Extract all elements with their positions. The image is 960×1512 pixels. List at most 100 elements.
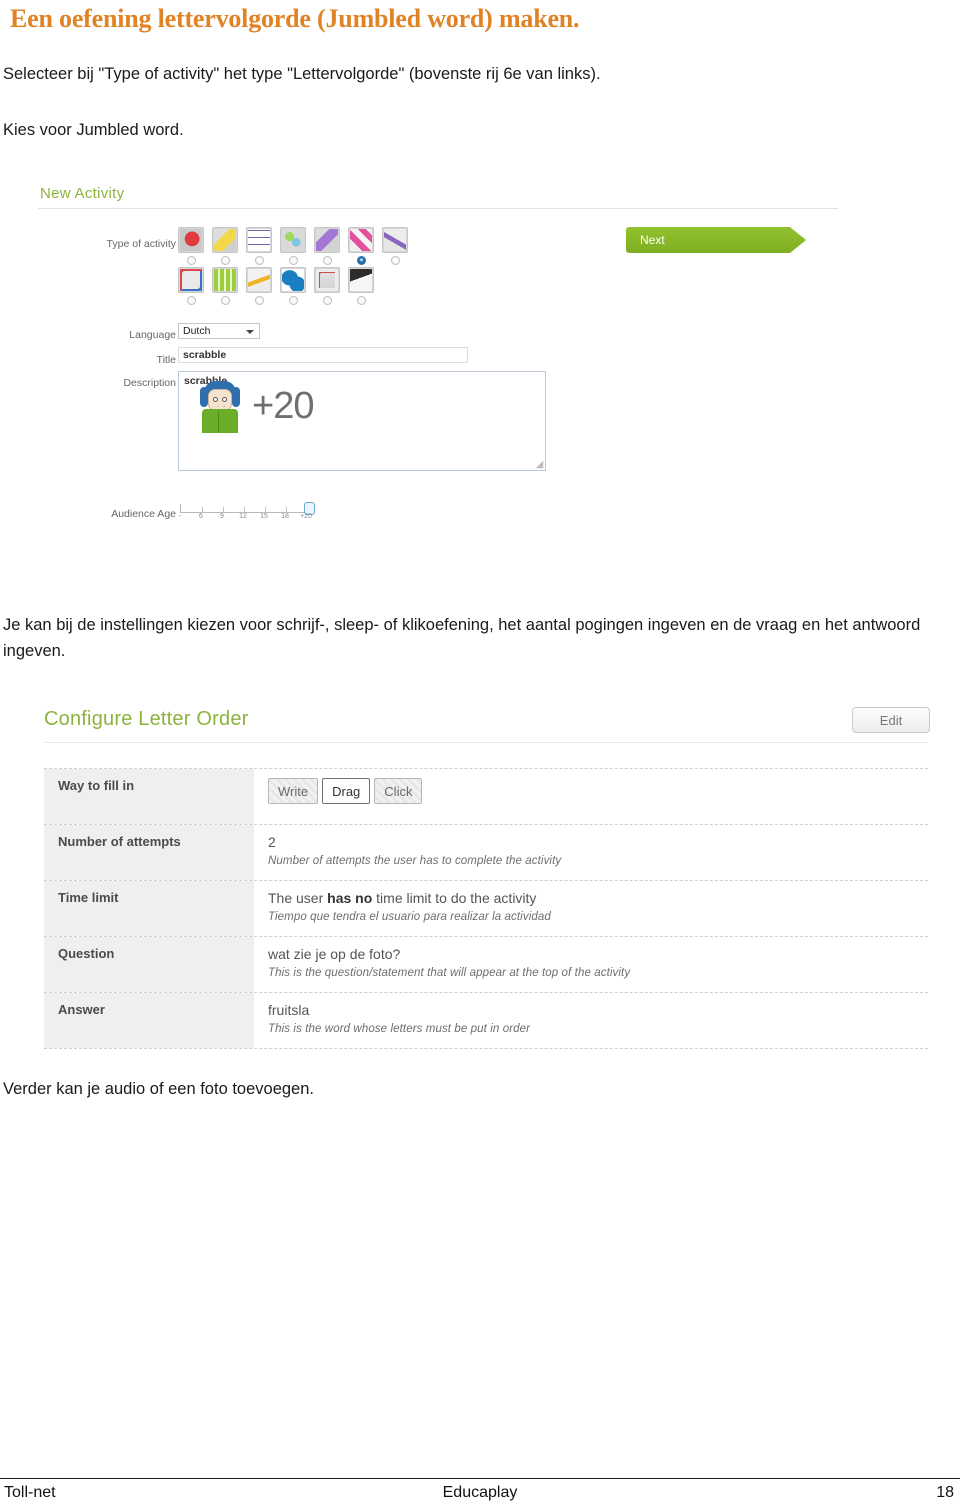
activity-option-letter-order[interactable] (348, 227, 374, 265)
configure-settings-table: Way to fill in Write Drag Click Number o… (44, 768, 928, 1049)
radio-word-search[interactable] (390, 256, 400, 265)
row-label-number-of-attempts: Number of attempts (44, 825, 254, 880)
fill-mode-click-button[interactable]: Click (374, 778, 423, 804)
row-label-answer: Answer (44, 993, 254, 1048)
green-pins-icon (280, 227, 306, 253)
age-slider-track[interactable] (180, 502, 315, 515)
row-label-question: Question (44, 937, 254, 992)
fill-mode-drag-button[interactable]: Drag (322, 778, 371, 804)
activity-option-word-search[interactable] (382, 227, 408, 265)
table-row: Answer fruitsla This is the word whose l… (44, 993, 928, 1049)
activity-option-pins[interactable] (280, 227, 306, 265)
table-row: Number of attempts 2 Number of attempts … (44, 825, 928, 881)
activity-option-map[interactable] (280, 267, 306, 305)
matching-letters-icon (178, 267, 204, 293)
radio-matching[interactable] (186, 296, 196, 305)
radio-feather[interactable] (322, 256, 332, 265)
paragraph-instruction-1: Selecteer bij "Type of activity" het typ… (3, 65, 601, 83)
activity-option-video[interactable] (348, 267, 374, 305)
yellow-ruler-icon (212, 227, 238, 253)
label-audience-age: Audience Age (111, 508, 176, 520)
row-value-number-of-attempts: 2 Number of attempts the user has to com… (254, 825, 928, 880)
row-label-way-to-fill-in: Way to fill in (44, 769, 254, 824)
activity-option-matching[interactable] (178, 267, 204, 305)
age-tick-3: 12 (239, 513, 247, 520)
label-description: Description (123, 377, 176, 389)
label-title: Title (156, 354, 176, 366)
radio-fill-blanks[interactable] (254, 296, 264, 305)
audience-age-slider[interactable]: - 6 9 12 15 18 +20 (178, 502, 315, 523)
purple-feather-icon (314, 227, 340, 253)
radio-crossword[interactable] (254, 256, 264, 265)
question-value: wat zie je op de foto? (268, 946, 401, 962)
row-value-answer: fruitsla This is the word whose letters … (254, 993, 928, 1048)
page-footer: Toll-net Educaplay 18 (0, 1484, 960, 1502)
activity-icon-row-2 (178, 267, 408, 305)
next-button[interactable]: Next (626, 227, 806, 253)
chevron-down-icon (246, 330, 254, 334)
fill-in-blanks-icon (246, 267, 272, 293)
word-search-icon (382, 227, 408, 253)
table-row: Question wat zie je op de foto? This is … (44, 937, 928, 993)
edit-button[interactable]: Edit (852, 707, 930, 733)
avatar (198, 381, 242, 433)
label-type-of-activity: Type of activity (106, 238, 176, 250)
row-value-way-to-fill-in: Write Drag Click (254, 769, 928, 824)
activity-option-feather[interactable] (314, 227, 340, 265)
title-input-value: scrabble (183, 349, 227, 361)
video-clapper-icon (348, 267, 374, 293)
world-map-icon (280, 267, 306, 293)
screenshot-configure-letter-order: Configure Letter Order Edit Way to fill … (30, 700, 940, 1050)
page-title: Een oefening lettervolgorde (Jumbled wor… (10, 4, 580, 33)
activity-option-fill-blanks[interactable] (246, 267, 272, 305)
radio-pins[interactable] (288, 256, 298, 265)
age-tick-4: 15 (260, 513, 268, 520)
time-limit-value: The user has no time limit to do the act… (268, 889, 928, 908)
radio-keyboard[interactable] (220, 296, 230, 305)
audience-age-value: +20 (252, 385, 314, 427)
radio-map[interactable] (288, 296, 298, 305)
footer-page-number: 18 (936, 1484, 954, 1501)
footer-divider (0, 1478, 960, 1479)
attempts-hint: Number of attempts the user has to compl… (268, 854, 562, 867)
question-icon (178, 227, 204, 253)
activity-option-keyboard[interactable] (212, 267, 238, 305)
age-tick-0: - (178, 513, 182, 520)
paragraph-instruction-2: Kies voor Jumbled word. (3, 121, 184, 139)
language-select[interactable]: Dutch (178, 323, 260, 339)
configure-divider (44, 742, 928, 743)
radio-video[interactable] (356, 296, 366, 305)
screenshot-new-activity: New Activity Type of activity Next Langu… (30, 175, 930, 590)
table-row: Time limit The user has no time limit to… (44, 881, 928, 937)
row-value-question: wat zie je op de foto? This is the quest… (254, 937, 928, 992)
radio-question[interactable] (186, 256, 196, 265)
slideshow-icon (314, 267, 340, 293)
time-limit-hint: Tiempo que tendra el usuario para realiz… (268, 910, 551, 923)
activity-icon-row-1 (178, 227, 408, 265)
resize-grip-icon[interactable]: ◢ (536, 460, 543, 469)
fill-mode-write-button[interactable]: Write (268, 778, 319, 804)
activity-option-question[interactable] (178, 227, 204, 265)
label-language: Language (129, 329, 176, 341)
question-hint: This is the question/statement that will… (268, 966, 631, 979)
radio-slideshow[interactable] (322, 296, 332, 305)
answer-value: fruitsla (268, 1002, 310, 1018)
way-to-fill-in-button-group: Write Drag Click (268, 778, 928, 804)
activity-option-ruler[interactable] (212, 227, 238, 265)
new-activity-heading: New Activity (40, 185, 125, 202)
title-input[interactable]: scrabble (178, 347, 468, 363)
footer-left: Toll-net (4, 1484, 56, 1501)
time-limit-prefix: The user (268, 890, 328, 906)
paragraph-instruction-4: Verder kan je audio of een foto toevoege… (3, 1080, 314, 1098)
age-slider-ticks: - 6 9 12 15 18 +20 (178, 513, 312, 523)
radio-letter-order-selected[interactable] (356, 256, 366, 265)
attempts-value: 2 (268, 834, 276, 850)
footer-center: Educaplay (442, 1484, 518, 1501)
row-value-time-limit: The user has no time limit to do the act… (254, 881, 928, 936)
panel-divider (38, 208, 838, 209)
activity-type-icon-grid (178, 227, 408, 307)
activity-option-crossword[interactable] (246, 227, 272, 265)
activity-option-slideshow[interactable] (314, 267, 340, 305)
radio-ruler[interactable] (220, 256, 230, 265)
age-tick-1: 6 (199, 513, 203, 520)
